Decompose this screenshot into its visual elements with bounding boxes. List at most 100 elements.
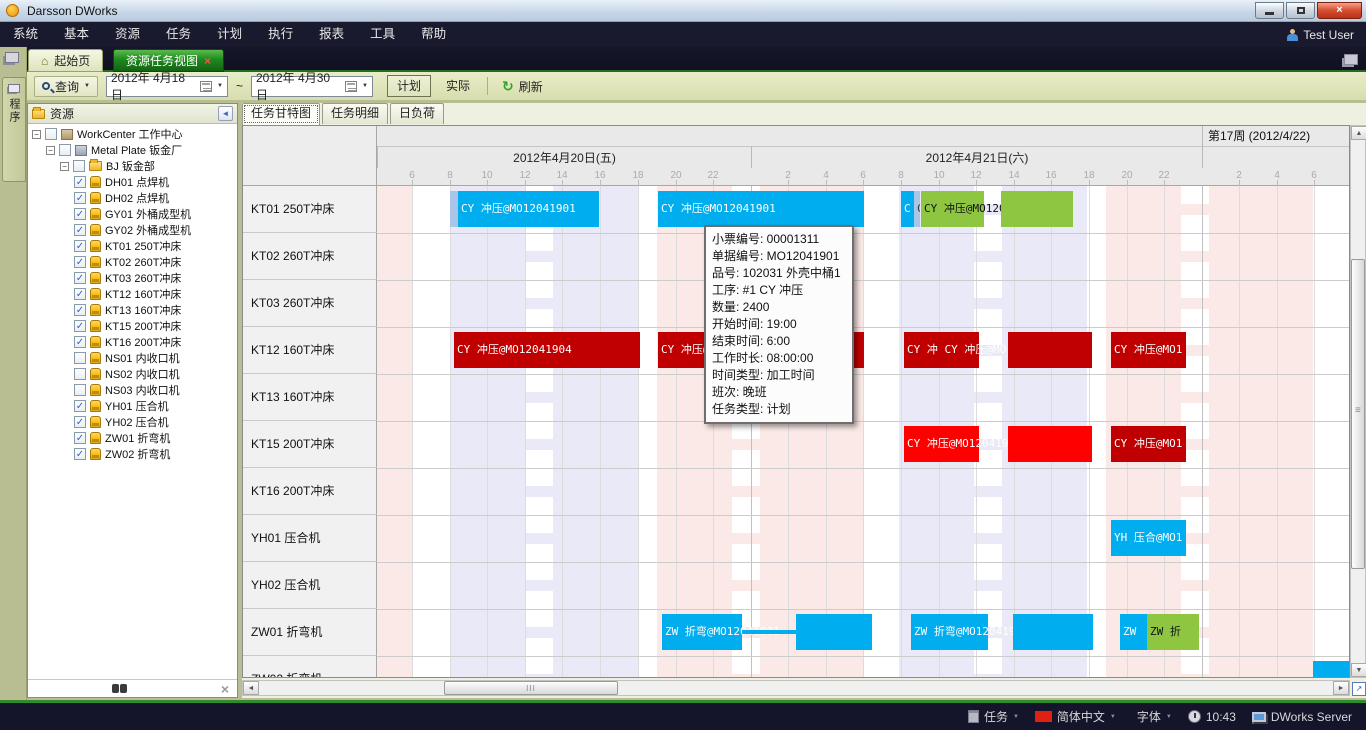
clear-filter-icon[interactable]: × <box>221 682 229 696</box>
tree-checkbox[interactable]: ✓ <box>74 304 86 316</box>
collapse-expander-icon[interactable]: − <box>46 146 55 155</box>
menu-item[interactable]: 系统 <box>0 22 51 47</box>
tree-item[interactable]: ✓YH02 压合机 <box>28 414 237 430</box>
tree-item[interactable]: ✓KT03 260T冲床 <box>28 270 237 286</box>
tree-item[interactable]: ✓KT02 260T冲床 <box>28 254 237 270</box>
tree-item[interactable]: −BJ 钣金部 <box>28 158 237 174</box>
gantt-task-bar[interactable]: CY 冲 CY 冲压@MO12041904 <box>904 332 979 368</box>
gantt-task-bar[interactable] <box>1013 614 1093 650</box>
gantt-task-bar[interactable]: C <box>914 191 920 227</box>
user-area[interactable]: Test User <box>1287 22 1354 47</box>
gantt-task-bar[interactable]: CY 冲压@MO1 <box>1111 426 1186 462</box>
gantt-task-bar[interactable]: ZW 折 <box>1147 614 1199 650</box>
tree-item[interactable]: −WorkCenter 工作中心 <box>28 126 237 142</box>
menu-item[interactable]: 资源 <box>102 22 153 47</box>
statusbar-item[interactable]: 任务▼ <box>968 708 1019 725</box>
tree-checkbox[interactable]: ✓ <box>74 256 86 268</box>
gantt-task-bar[interactable] <box>796 614 872 650</box>
tree-checkbox[interactable]: ✓ <box>74 432 86 444</box>
navigate-corner-button[interactable]: ↗ <box>1352 682 1366 696</box>
menu-item[interactable]: 帮助 <box>408 22 459 47</box>
tree-item[interactable]: ✓DH01 点焊机 <box>28 174 237 190</box>
tree-item[interactable]: −Metal Plate 钣金厂 <box>28 142 237 158</box>
tree-item[interactable]: NS01 内收口机 <box>28 350 237 366</box>
collapse-panel-button[interactable]: ◄ <box>218 106 233 121</box>
plan-toggle-button[interactable]: 计划 <box>387 75 431 97</box>
gantt-task-bar[interactable]: CY 冲压@MO1 <box>1111 332 1186 368</box>
tree-checkbox[interactable]: ✓ <box>74 192 86 204</box>
query-button[interactable]: 查询 ▼ <box>34 76 98 97</box>
tree-checkbox[interactable]: ✓ <box>74 416 86 428</box>
tree-checkbox[interactable]: ✓ <box>74 336 86 348</box>
menu-item[interactable]: 执行 <box>255 22 306 47</box>
gantt-task-bar[interactable]: CY 冲压@MO12041901 <box>658 191 864 227</box>
gantt-task-bar[interactable] <box>1008 332 1092 368</box>
tab-list-icon[interactable] <box>1344 54 1358 65</box>
horizontal-scrollbar[interactable]: ◄ ΙΙΙ ► <box>242 680 1350 696</box>
menu-item[interactable]: 任务 <box>153 22 204 47</box>
horizontal-scroll-thumb[interactable]: ΙΙΙ <box>444 681 618 695</box>
gantt-tab[interactable]: 任务明细 <box>322 103 388 124</box>
tree-checkbox[interactable]: ✓ <box>74 448 86 460</box>
tree-item[interactable]: ✓KT13 160T冲床 <box>28 302 237 318</box>
tab-home-page[interactable]: ⌂ 起始页 <box>28 49 103 72</box>
gantt-task-bar[interactable]: ZW <box>1120 614 1147 650</box>
dock-windows-icon[interactable] <box>5 52 19 63</box>
menu-item[interactable]: 计划 <box>204 22 255 47</box>
menu-item[interactable]: 报表 <box>306 22 357 47</box>
tree-checkbox[interactable]: ✓ <box>74 176 86 188</box>
gantt-task-bar[interactable]: CY 冲压@MO12041904 <box>454 332 640 368</box>
gantt-tab[interactable]: 日负荷 <box>390 103 444 124</box>
menu-item[interactable]: 基本 <box>51 22 102 47</box>
menu-item[interactable]: 工具 <box>357 22 408 47</box>
tree-checkbox[interactable]: ✓ <box>74 320 86 332</box>
gantt-task-bar[interactable]: YH 压合@MO1 <box>1111 520 1186 556</box>
tree-item[interactable]: ✓ZW01 折弯机 <box>28 430 237 446</box>
tree-checkbox[interactable]: ✓ <box>74 240 86 252</box>
tree-item[interactable]: ✓GY02 外桶成型机 <box>28 222 237 238</box>
statusbar-item[interactable]: 10:43 <box>1188 710 1236 724</box>
gantt-task-bar[interactable] <box>450 191 458 227</box>
statusbar-item[interactable]: 简体中文▼ <box>1035 708 1116 725</box>
collapse-expander-icon[interactable]: − <box>32 130 41 139</box>
tree-item[interactable]: NS03 内收口机 <box>28 382 237 398</box>
date-to-field[interactable]: 2012年 4月30日 ▼ <box>251 76 373 97</box>
gantt-task-bar[interactable]: CY 冲压@MO12041902 <box>921 191 984 227</box>
minimize-button[interactable] <box>1255 2 1284 19</box>
tree-item[interactable]: ✓YH01 压合机 <box>28 398 237 414</box>
tree-checkbox[interactable] <box>73 160 85 172</box>
tree-checkbox[interactable]: ✓ <box>74 208 86 220</box>
tree-item[interactable]: ✓KT01 250T冲床 <box>28 238 237 254</box>
scroll-right-arrow[interactable]: ► <box>1333 681 1349 695</box>
gantt-task-bar[interactable]: ZW 折弯@MO12041901 <box>662 614 742 650</box>
statusbar-item[interactable]: 字体▼ <box>1132 708 1172 725</box>
tab-close-icon[interactable]: × <box>204 54 211 68</box>
tree-checkbox[interactable]: ✓ <box>74 272 86 284</box>
gantt-tab[interactable]: 任务甘特图 <box>242 103 320 125</box>
find-icon[interactable] <box>112 684 127 693</box>
tree-checkbox[interactable]: ✓ <box>74 288 86 300</box>
tree-item[interactable]: ✓KT12 160T冲床 <box>28 286 237 302</box>
gantt-task-bar[interactable]: CY 冲压@MO12041903 <box>904 426 979 462</box>
vertical-scroll-thumb[interactable] <box>1351 259 1365 569</box>
vertical-scrollbar[interactable]: ▲ ▼ <box>1350 125 1366 678</box>
tree-item[interactable]: ✓ZW02 折弯机 <box>28 446 237 462</box>
tree-checkbox[interactable]: ✓ <box>74 400 86 412</box>
gantt-task-bar[interactable] <box>1008 426 1092 462</box>
tree-item[interactable]: ✓DH02 点焊机 <box>28 190 237 206</box>
restore-button[interactable] <box>1286 2 1315 19</box>
dock-tab-program[interactable]: 程序 <box>2 77 26 182</box>
tree-item[interactable]: NS02 内收口机 <box>28 366 237 382</box>
tree-checkbox[interactable]: ✓ <box>74 224 86 236</box>
tree-checkbox[interactable] <box>59 144 71 156</box>
gantt-task-bar[interactable]: C <box>901 191 914 227</box>
close-button[interactable]: × <box>1317 2 1362 19</box>
scroll-down-arrow[interactable]: ▼ <box>1351 663 1366 677</box>
scroll-up-arrow[interactable]: ▲ <box>1351 126 1366 140</box>
tree-item[interactable]: ✓GY01 外桶成型机 <box>28 206 237 222</box>
refresh-button[interactable]: ↻ 刷新 <box>496 78 549 95</box>
gantt-task-bar[interactable] <box>1313 661 1350 678</box>
tree-checkbox[interactable] <box>74 384 86 396</box>
tree-checkbox[interactable] <box>74 368 86 380</box>
tree-checkbox[interactable] <box>45 128 57 140</box>
